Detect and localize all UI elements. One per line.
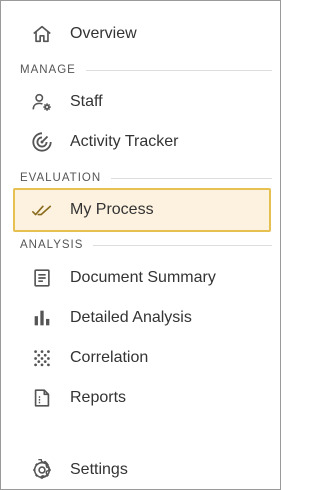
divider bbox=[111, 177, 272, 179]
nav-item-correlation[interactable]: Correlation bbox=[13, 338, 271, 378]
nav-item-label: Activity Tracker bbox=[70, 133, 179, 150]
nav-item-detailed-analysis[interactable]: Detailed Analysis bbox=[13, 298, 271, 338]
section-label: ANALYSIS bbox=[20, 239, 84, 251]
section-label: MANAGE bbox=[20, 64, 76, 76]
section-label: EVALUATION bbox=[20, 172, 102, 184]
user-settings-icon bbox=[30, 90, 54, 114]
nav-item-label: Reports bbox=[70, 389, 127, 406]
nav-item-settings[interactable]: Settings bbox=[13, 450, 271, 490]
gear-icon bbox=[30, 458, 54, 482]
section-header-manage: MANAGE bbox=[20, 63, 272, 77]
dots-grid-icon bbox=[30, 346, 54, 370]
report-file-icon bbox=[30, 386, 54, 410]
nav-item-my-process[interactable]: My Process bbox=[13, 188, 271, 232]
sidebar-nav: Overview MANAGE Staff Activity Tracker E… bbox=[0, 0, 281, 490]
nav-item-document-summary[interactable]: Document Summary bbox=[13, 258, 271, 298]
nav-item-label: Settings bbox=[70, 461, 128, 478]
section-header-analysis: ANALYSIS bbox=[20, 238, 272, 252]
radar-icon bbox=[30, 130, 54, 154]
nav-item-label: Overview bbox=[70, 25, 137, 42]
divider bbox=[93, 244, 272, 246]
nav-item-overview[interactable]: Overview bbox=[13, 14, 271, 54]
nav-item-staff[interactable]: Staff bbox=[13, 82, 271, 122]
nav-item-label: Document Summary bbox=[70, 269, 216, 286]
nav-item-reports[interactable]: Reports bbox=[13, 378, 271, 418]
nav-item-label: Correlation bbox=[70, 349, 149, 366]
double-check-icon bbox=[30, 198, 54, 222]
divider bbox=[85, 69, 272, 71]
nav-item-label: Detailed Analysis bbox=[70, 309, 192, 326]
nav-item-label: Staff bbox=[70, 93, 103, 110]
bar-chart-icon bbox=[30, 306, 54, 330]
nav-item-activity-tracker[interactable]: Activity Tracker bbox=[13, 122, 271, 162]
document-icon bbox=[30, 266, 54, 290]
home-icon bbox=[30, 22, 54, 46]
nav-item-label: My Process bbox=[70, 201, 154, 218]
section-header-evaluation: EVALUATION bbox=[20, 171, 272, 185]
